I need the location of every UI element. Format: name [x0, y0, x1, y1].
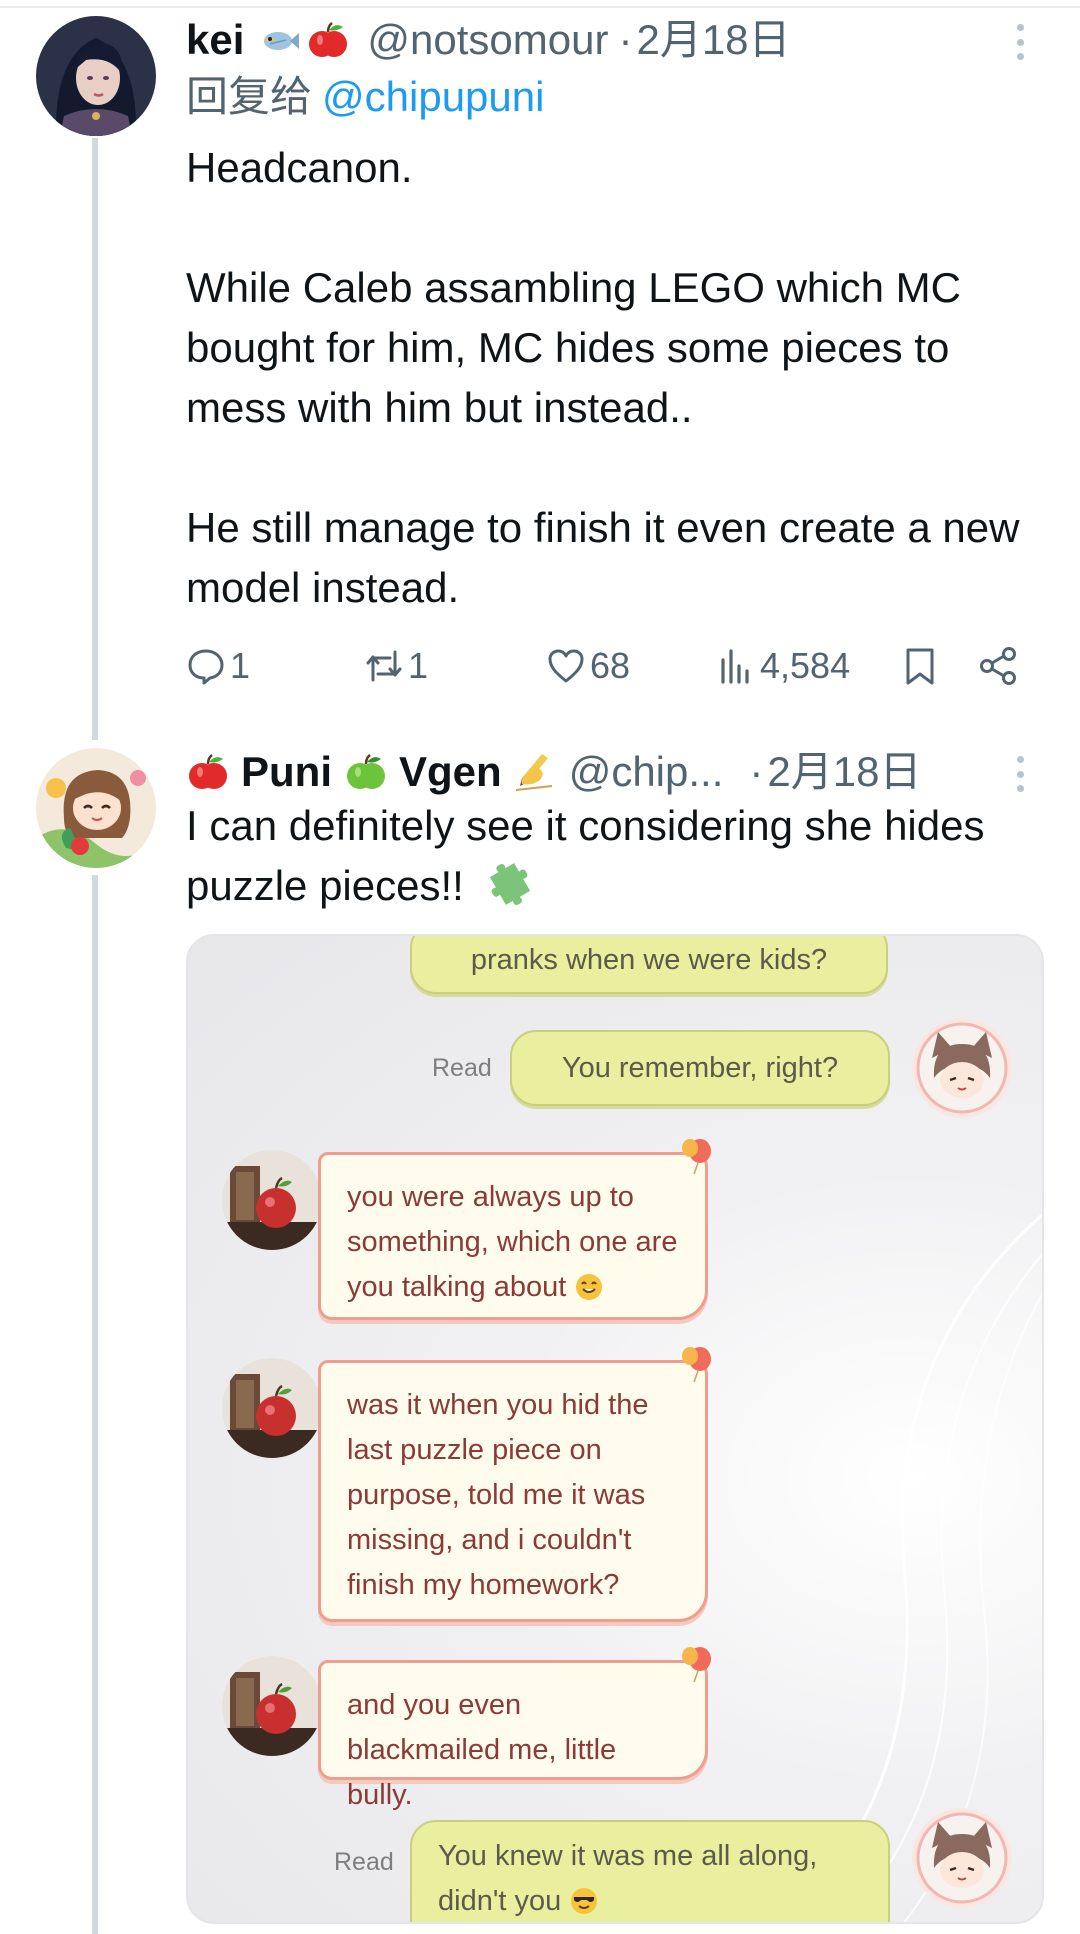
read-receipt: Read: [432, 1054, 492, 1082]
share-icon: [980, 647, 1016, 685]
tweet-header: Puni Vgen @chip... · 2月18日: [186, 748, 921, 796]
chat-bubble-sent: You knew it was me all along, didn't you: [410, 1820, 890, 1922]
green-apple-emoji: [344, 750, 388, 794]
author-name-part2[interactable]: Vgen: [399, 748, 502, 796]
chat-message-text: You knew it was me all along, didn't you: [438, 1840, 818, 1917]
balloon-icon: [680, 1646, 712, 1684]
repost-icon: [366, 650, 402, 682]
separator: ·: [618, 16, 633, 63]
author-handle[interactable]: @notsomour: [367, 16, 608, 64]
author-name[interactable]: kei: [186, 16, 244, 64]
tweet-body: I can definitely see it considering she …: [186, 796, 986, 916]
chat-bubble-sent: You remember, right?: [510, 1030, 890, 1106]
tweet-body: Headcanon. While Caleb assambling LEGO w…: [186, 138, 1026, 618]
tweet-paragraph: Headcanon.: [186, 144, 413, 191]
reply-button[interactable]: 1: [186, 640, 250, 692]
views-button[interactable]: 4,584: [716, 640, 850, 692]
tweet-header: kei @notsomour · 2月18日: [186, 16, 791, 64]
chat-message-text: you were always up to something, which o…: [347, 1181, 678, 1303]
chat-bubble-sent: pranks when we were kids?: [410, 936, 888, 994]
puzzle-emoji: [486, 860, 534, 908]
read-receipt: Read: [334, 1848, 394, 1876]
chat-avatar-player: [912, 1808, 1012, 1908]
separator: ·: [749, 748, 764, 795]
thread-line: [92, 875, 98, 1934]
reply-label: 回复给: [186, 73, 313, 120]
like-button[interactable]: 68: [546, 640, 630, 692]
bookmark-icon: [906, 648, 934, 685]
tweet-text: I can definitely see it considering she …: [186, 802, 985, 909]
author-handle[interactable]: @chip...: [569, 748, 724, 796]
tweet-date[interactable]: 2月18日: [767, 748, 921, 796]
share-button[interactable]: [978, 640, 1022, 692]
bookmark-button[interactable]: [900, 640, 944, 692]
apple-emoji: [306, 18, 350, 62]
balloon-icon: [680, 1138, 712, 1176]
chat-message-text: You remember, right?: [561, 1052, 839, 1084]
like-count: 68: [590, 645, 631, 686]
red-apple-emoji: [186, 750, 230, 794]
reply-to: 回复给 @chipupuni: [186, 72, 544, 122]
more-options-icon[interactable]: [1008, 18, 1032, 66]
chat-bubble-received: you were always up to something, which o…: [318, 1152, 708, 1320]
views-count: 4,584: [760, 645, 851, 686]
attached-image[interactable]: pranks when we were kids? Read You remem…: [186, 934, 1044, 1924]
chat-avatar-player: [912, 1018, 1012, 1118]
chat-message-text: was it when you hid the last puzzle piec…: [347, 1389, 649, 1601]
tweet-paragraph: While Caleb assambling LEGO which MC bou…: [186, 264, 961, 431]
balloon-icon: [680, 1346, 712, 1384]
views-icon: [721, 649, 749, 684]
tweet-paragraph: He still manage to finish it even create…: [186, 504, 1020, 611]
tweet-date[interactable]: 2月18日: [636, 16, 790, 64]
chat-message-text: pranks when we were kids?: [470, 944, 828, 976]
chat-bubble-received: and you even blackmailed me, little bull…: [318, 1660, 708, 1811]
chat-avatar-caleb: [222, 1656, 322, 1756]
repost-button[interactable]: 1: [364, 640, 428, 692]
reply-icon: [188, 649, 224, 685]
reply-mention-link[interactable]: @chipupuni: [322, 73, 544, 120]
top-divider: [0, 6, 1080, 8]
writing-hand-emoji: [512, 750, 556, 794]
heart-icon: [548, 649, 584, 683]
reply-count: 1: [230, 645, 251, 686]
tweet-actions: 1 1 68 4,584: [186, 640, 1026, 692]
avatar-kei[interactable]: [36, 16, 156, 136]
smile-emoji: [574, 1271, 604, 1301]
chat-avatar-caleb: [222, 1150, 322, 1250]
chat-avatar-caleb: [222, 1358, 322, 1458]
chat-bubble-received: was it when you hid the last puzzle piec…: [318, 1360, 708, 1622]
cool-emoji: [569, 1885, 599, 1915]
avatar-puni[interactable]: [36, 748, 156, 868]
fish-emoji: [256, 18, 300, 62]
more-options-icon[interactable]: [1008, 750, 1032, 798]
author-name-part1[interactable]: Puni: [241, 748, 332, 796]
thread-line: [92, 138, 98, 740]
repost-count: 1: [408, 645, 429, 686]
